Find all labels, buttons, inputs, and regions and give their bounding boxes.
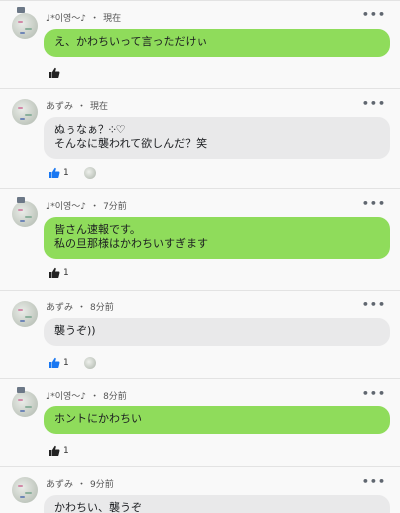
more-options-icon[interactable]: ••• bbox=[362, 97, 386, 110]
comment-meta: あずみ・ 9分前 bbox=[46, 477, 114, 490]
timestamp: 8分前 bbox=[103, 392, 127, 402]
like-count: 1 bbox=[63, 168, 69, 178]
message-text: かわちい、襲うぞ bbox=[54, 501, 142, 513]
message-bubble[interactable]: かわちい、襲うぞ bbox=[44, 495, 390, 513]
message-text: ぬぅなぁ？༶♡ bbox=[54, 123, 126, 136]
mini-badge-icon bbox=[17, 387, 25, 393]
like-count: 1 bbox=[63, 446, 69, 456]
more-options-icon[interactable]: ••• bbox=[362, 298, 386, 311]
mini-badge-icon bbox=[17, 7, 25, 13]
comment-meta: あずみ・現在 bbox=[46, 99, 108, 112]
timestamp: 8分前 bbox=[90, 303, 114, 313]
timestamp: 現在 bbox=[90, 102, 109, 112]
comment-meta: あずみ・ 8分前 bbox=[46, 300, 114, 313]
message-bubble[interactable]: え、かわちいって言っただけぃ bbox=[44, 29, 390, 57]
timestamp: 9分前 bbox=[90, 480, 114, 490]
like-count: 1 bbox=[63, 268, 69, 278]
message-bubble[interactable]: 襲うぞ)) bbox=[44, 318, 390, 346]
more-options-icon[interactable]: ••• bbox=[362, 475, 386, 488]
avatar[interactable] bbox=[12, 391, 38, 417]
like-count: 1 bbox=[63, 358, 69, 368]
separator: ・ bbox=[90, 202, 100, 212]
message-text: 皆さん速報です。 bbox=[54, 223, 141, 236]
comment-item: ♩*이영～♪ ・現在 ••• え、かわちいって言っただけぃ bbox=[0, 0, 400, 89]
thumbs-up-icon[interactable] bbox=[48, 167, 60, 179]
author-name[interactable]: ♩*이영～♪ bbox=[46, 202, 86, 212]
separator: ・ bbox=[90, 14, 100, 24]
comment-meta: ♩*이영～♪ ・ 7分前 bbox=[46, 199, 127, 212]
comment-meta: ♩*이영～♪ ・現在 bbox=[46, 11, 121, 24]
avatar[interactable] bbox=[12, 301, 38, 327]
thumbs-up-icon[interactable] bbox=[48, 357, 60, 369]
thumbs-up-icon[interactable] bbox=[48, 267, 60, 279]
comment-meta: ♩*이영～♪ ・ 8分前 bbox=[46, 389, 127, 402]
separator: ・ bbox=[77, 480, 87, 490]
author-name[interactable]: あずみ bbox=[46, 303, 73, 313]
comment-item: ♩*이영～♪ ・ 7分前 ••• 皆さん速報です。 私の旦那様はかわちいすぎます 1 bbox=[0, 188, 400, 291]
message-bubble[interactable]: ホントにかわちい bbox=[44, 406, 390, 434]
author-name[interactable]: あずみ bbox=[46, 480, 73, 490]
timestamp: 現在 bbox=[103, 14, 122, 24]
separator: ・ bbox=[90, 392, 100, 402]
author-name[interactable]: ♩*이영～♪ bbox=[46, 14, 86, 24]
comment-item: あずみ・ 8分前 ••• 襲うぞ)) 1 bbox=[0, 290, 400, 379]
message-text: え、かわちいって言っただけぃ bbox=[54, 35, 208, 48]
thumbs-up-icon[interactable] bbox=[48, 67, 60, 79]
message-text: そんなに襲われて欲しんだ？笑 bbox=[54, 137, 208, 150]
message-text: ホントにかわちい bbox=[54, 412, 142, 425]
reactor-avatar[interactable] bbox=[84, 167, 96, 179]
more-options-icon[interactable]: ••• bbox=[362, 197, 386, 210]
message-bubble[interactable]: 皆さん速報です。 私の旦那様はかわちいすぎます bbox=[44, 217, 390, 259]
thumbs-up-icon[interactable] bbox=[48, 445, 60, 457]
author-name[interactable]: ♩*이영～♪ bbox=[46, 392, 86, 402]
comment-item: ♩*이영～♪ ・ 8分前 ••• ホントにかわちい 1 bbox=[0, 378, 400, 467]
comment-item: あずみ・ 9分前 ••• かわちい、襲うぞ bbox=[0, 466, 400, 513]
more-options-icon[interactable]: ••• bbox=[362, 8, 386, 21]
message-bubble[interactable]: ぬぅなぁ？༶♡ そんなに襲われて欲しんだ？笑 bbox=[44, 117, 390, 159]
comment-item: あずみ・現在 ••• ぬぅなぁ？༶♡ そんなに襲われて欲しんだ？笑 1 bbox=[0, 88, 400, 189]
reactor-avatar[interactable] bbox=[84, 357, 96, 369]
author-name[interactable]: あずみ bbox=[46, 102, 73, 112]
mini-badge-icon bbox=[17, 197, 25, 203]
avatar[interactable] bbox=[12, 13, 38, 39]
message-text: 襲うぞ)) bbox=[54, 324, 96, 337]
message-text: 私の旦那様はかわちいすぎます bbox=[54, 237, 208, 250]
avatar[interactable] bbox=[12, 477, 38, 503]
avatar[interactable] bbox=[12, 99, 38, 125]
timestamp: 7分前 bbox=[103, 202, 127, 212]
more-options-icon[interactable]: ••• bbox=[362, 387, 386, 400]
separator: ・ bbox=[77, 102, 87, 112]
avatar[interactable] bbox=[12, 201, 38, 227]
separator: ・ bbox=[77, 303, 87, 313]
